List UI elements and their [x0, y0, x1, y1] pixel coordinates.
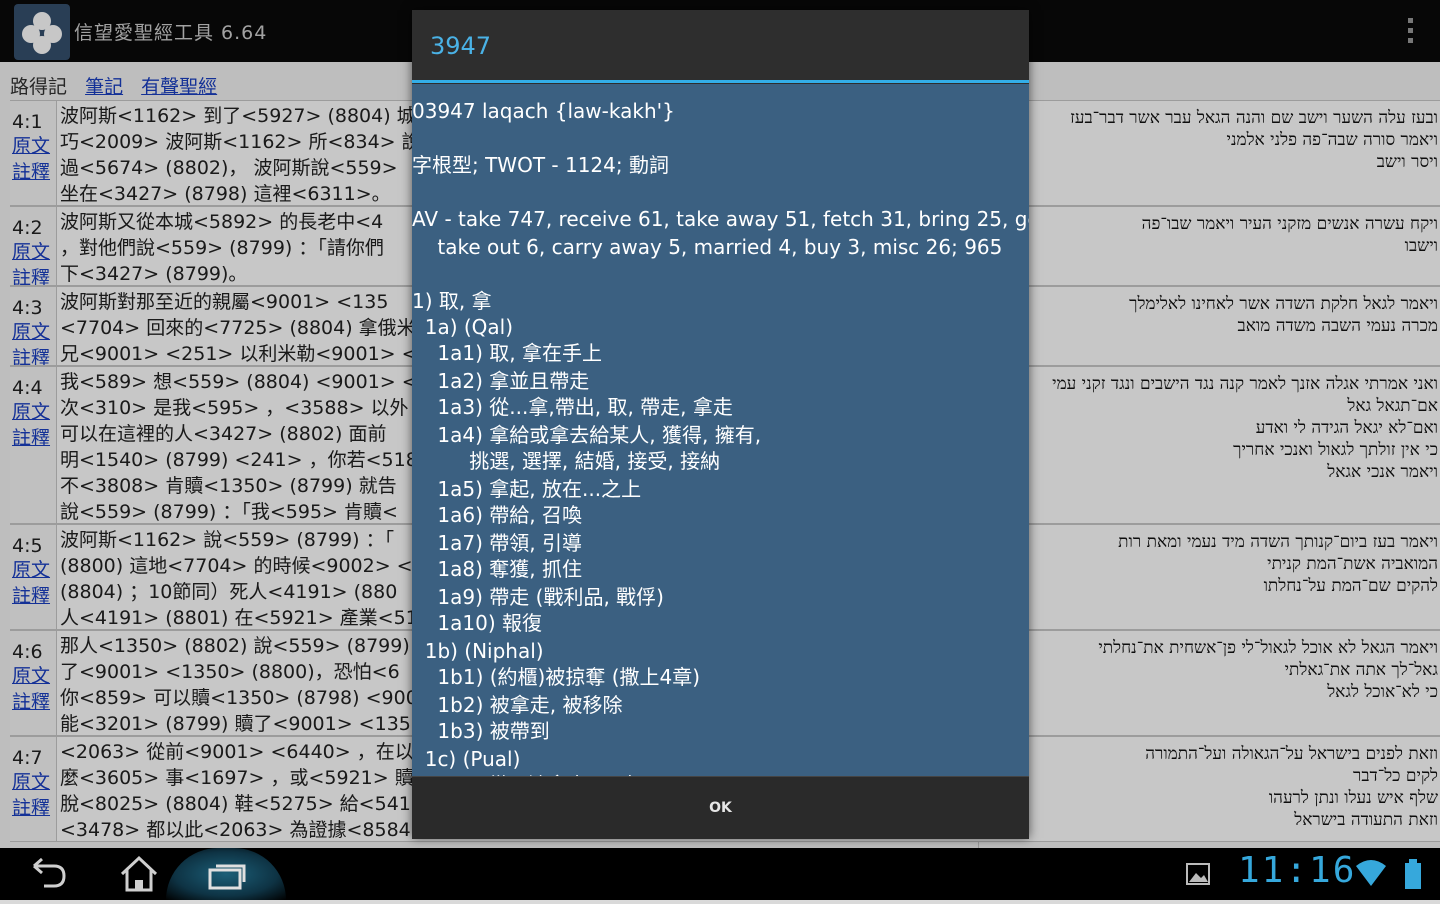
definition-line: AV - take 747, receive 61, take away 51,… [412, 207, 1029, 231]
gallery-icon [1184, 848, 1212, 900]
definition-line: 1a7) 帶領, 引導 [412, 531, 583, 555]
definition-line: 1a2) 拿並且帶走 [412, 369, 590, 393]
dialog-body[interactable]: 03947 laqach {law-kakh'} 字根型; TWOT - 1124… [412, 84, 1029, 776]
home-icon[interactable] [112, 848, 166, 900]
definition-line: take out 6, carry away 5, married 4, buy… [412, 235, 1003, 259]
definition-line: 1b) (Niphal) [412, 639, 544, 663]
definition-line: 1b3) 被帶到 [412, 719, 550, 743]
battery-icon [1400, 848, 1426, 900]
dialog-button-bar: OK [412, 776, 1029, 839]
definition-line: 字根型; TWOT - 1124; 動詞 [412, 153, 669, 177]
definition-line: 1a4) 拿給或拿去給某人, 獲得, 擁有, [412, 423, 762, 447]
dialog-title: 3947 [430, 32, 492, 60]
definition-line: 03947 laqach {law-kakh'} [412, 99, 675, 123]
back-icon[interactable] [20, 848, 74, 900]
strongs-dialog: 3947 03947 laqach {law-kakh'} 字根型; TWOT -… [412, 10, 1029, 839]
dialog-title-divider [412, 80, 1029, 83]
definition-line: 1c) (Pual) [412, 747, 521, 771]
definition-line: 1a6) 帶給, 召喚 [412, 503, 583, 527]
definition-line: 1a3) 從...拿,帶出, 取, 帶走, 拿走 [412, 395, 733, 419]
wifi-icon [1354, 848, 1388, 900]
definition-line: 1a5) 拿起, 放在...之上 [412, 477, 642, 501]
definition-line: 1a8) 奪獲, 抓住 [412, 557, 583, 581]
definition-line: 1a10) 報復 [412, 611, 543, 635]
ok-button[interactable]: OK [412, 777, 1029, 839]
definition-line: 1b2) 被拿走, 被移除 [412, 693, 623, 717]
system-nav-bar [0, 848, 1440, 900]
status-clock: 11:16 [1238, 850, 1357, 891]
definition-line: 1b1) (約櫃)被掠奪 (撒上4章) [412, 665, 701, 689]
definition-line: 1a9) 帶走 (戰利品, 戰俘) [412, 585, 664, 609]
recent-apps-icon[interactable] [166, 848, 286, 900]
definition-line: 1a) (Qal) [412, 315, 514, 339]
definition-line: 1) 取, 拿 [412, 289, 492, 313]
definition-line: 挑選, 選擇, 結婚, 接受, 接納 [412, 449, 721, 473]
definition-line: 1a1) 取, 拿在手上 [412, 341, 603, 365]
